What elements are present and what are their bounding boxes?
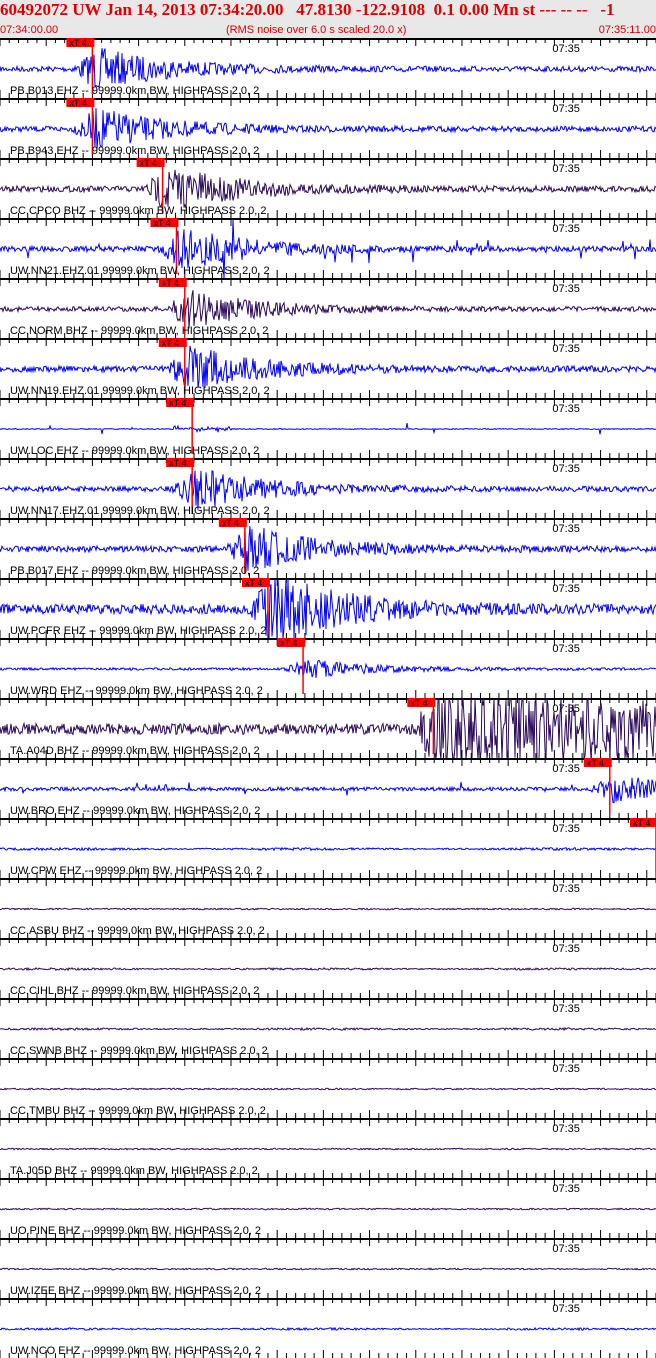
start-time: 07:34:00.00 — [0, 24, 59, 36]
minute-label: 07:35 — [552, 1063, 580, 1075]
waveform — [0, 290, 656, 329]
pick-label: xT 4 — [169, 398, 186, 408]
trace-label: UO.PINE BHZ -- 99999.0km BW, HIGHPASS 2.… — [10, 1225, 261, 1237]
waveform — [0, 169, 656, 209]
end-time: 07:35:11.00 — [598, 24, 656, 36]
pick-label: xT 4 — [162, 278, 179, 288]
waveform — [0, 966, 656, 972]
trace-label: CC.TMBU BHZ -- 99999.0km BW, HIGHPASS 2.… — [10, 1105, 266, 1117]
trace-label: CC.ASBU BHZ -- 99999.0km BW, HIGHPASS 2.… — [10, 925, 265, 937]
waveform — [0, 1147, 656, 1151]
minute-label: 07:35 — [552, 643, 580, 655]
pick-label: xT 4 — [162, 338, 179, 348]
pick-label: xT 4 — [245, 578, 262, 588]
minute-label: 07:35 — [552, 43, 580, 55]
pick-label: xT 4 — [140, 158, 157, 168]
pick-label: xT 4 — [633, 818, 650, 828]
trace-label: PB.B017 EHZ -- 99999.0km BW, HIGHPASS 2.… — [10, 565, 259, 577]
trace-label: CC.SWNB BHZ -- 99999.0km BW, HIGHPASS 2.… — [10, 1045, 268, 1057]
trace-label: UW.WRD EHZ -- 99999.0km BW, HIGHPASS 2.0… — [10, 685, 263, 697]
waveform — [0, 907, 656, 911]
minute-label: 07:35 — [552, 763, 580, 775]
noise-note: (RMS noise over 6.0 s scaled 20.0 x) — [226, 24, 407, 36]
minute-label: 07:35 — [552, 1183, 580, 1195]
waveform — [0, 423, 656, 435]
trace-label: UW.IZEE BHZ -- 99999.0km BW, HIGHPASS 2.… — [10, 1285, 261, 1297]
trace-label: CC.CIHL BHZ -- 99999.0km BW, HIGHPASS 2.… — [10, 985, 259, 997]
minute-label: 07:35 — [552, 403, 580, 415]
trace-label: UW.NN21.EHZ.01 99999.0km BW, HIGHPASS 2.… — [10, 265, 270, 277]
trace-label: CC.CPCO BHZ -- 99999.0km BW, HIGHPASS 2.… — [10, 205, 267, 217]
waveform — [0, 777, 656, 804]
trace-label: TA.J05D BHZ -- 99999.0km BW, HIGHPASS 2.… — [10, 1165, 258, 1177]
minute-label: 07:35 — [552, 583, 580, 595]
minute-label: 07:35 — [552, 463, 580, 475]
trace-label: UW.BRO EHZ -- 99999.0km BW, HIGHPASS 2.0… — [10, 805, 260, 817]
pick-label: xT 4 — [587, 758, 604, 768]
pick-label: xT 4 — [410, 698, 427, 708]
trace-label: PB.B013 EHZ -- 99999.0km BW, HIGHPASS 2.… — [10, 85, 259, 97]
waveform — [0, 1026, 656, 1032]
minute-label: 07:35 — [552, 1243, 580, 1255]
minute-label: 07:35 — [552, 343, 580, 355]
minute-label: 07:35 — [552, 523, 580, 535]
record-section: 07:35xT 4PB.B013 EHZ -- 99999.0km BW, HI… — [0, 38, 656, 1358]
pick-label: xT 4 — [69, 98, 86, 108]
pick-label: xT 4 — [222, 518, 239, 528]
minute-label: 07:35 — [552, 703, 580, 715]
trace-label: TA.A04D BHZ -- 99999.0km BW, HIGHPASS 2.… — [10, 745, 260, 757]
trace-label: UW.NCO EHZ -- 99999.0km BW, HIGHPASS 2.0… — [10, 1345, 261, 1357]
trace-label: UW.PCFR EHZ -- 99999.0km BW, HIGHPASS 2.… — [10, 625, 267, 637]
minute-label: 07:35 — [552, 283, 580, 295]
waveform — [0, 846, 656, 852]
trace-label: UW.NN17.EHZ.01 99999.0km BW, HIGHPASS 2.… — [10, 505, 270, 517]
pick-label: xT 4 — [153, 218, 170, 228]
minute-label: 07:35 — [552, 943, 580, 955]
minute-label: 07:35 — [552, 103, 580, 115]
minute-label: 07:35 — [552, 1003, 580, 1015]
waveform — [0, 470, 656, 510]
pick-label: xT 4 — [280, 638, 297, 648]
minute-label: 07:35 — [552, 883, 580, 895]
waveform — [0, 659, 656, 678]
trace-label: UW.CPW EHZ -- 99999.0km BW, HIGHPASS 2.0… — [10, 865, 262, 877]
waveform — [0, 1267, 656, 1271]
trace-label: UW.LOC EHZ -- 99999.0km BW, HIGHPASS 2.0… — [10, 445, 259, 457]
event-title: 60492072 UW Jan 14, 2013 07:34:20.00 47.… — [0, 0, 615, 19]
waveform — [0, 1207, 656, 1211]
minute-label: 07:35 — [552, 1123, 580, 1135]
pick-label: xT 4 — [169, 458, 186, 468]
minute-label: 07:35 — [552, 223, 580, 235]
minute-label: 07:35 — [552, 163, 580, 175]
trace-label: PB.B943 EHZ -- 99999.0km BW, HIGHPASS 2.… — [10, 145, 259, 157]
waveform — [0, 1087, 656, 1091]
trace-label: UW.NN19.EHZ.01 99999.0km BW, HIGHPASS 2.… — [10, 385, 270, 397]
minute-label: 07:35 — [552, 823, 580, 835]
trace-label: CC.NORM BHZ -- 99999.0km BW, HIGHPASS 2.… — [10, 325, 268, 337]
minute-label: 07:35 — [552, 1303, 580, 1315]
pick-label: xT 4 — [69, 38, 86, 48]
waveform — [0, 1326, 656, 1332]
header: 60492072 UW Jan 14, 2013 07:34:20.00 47.… — [0, 0, 656, 38]
